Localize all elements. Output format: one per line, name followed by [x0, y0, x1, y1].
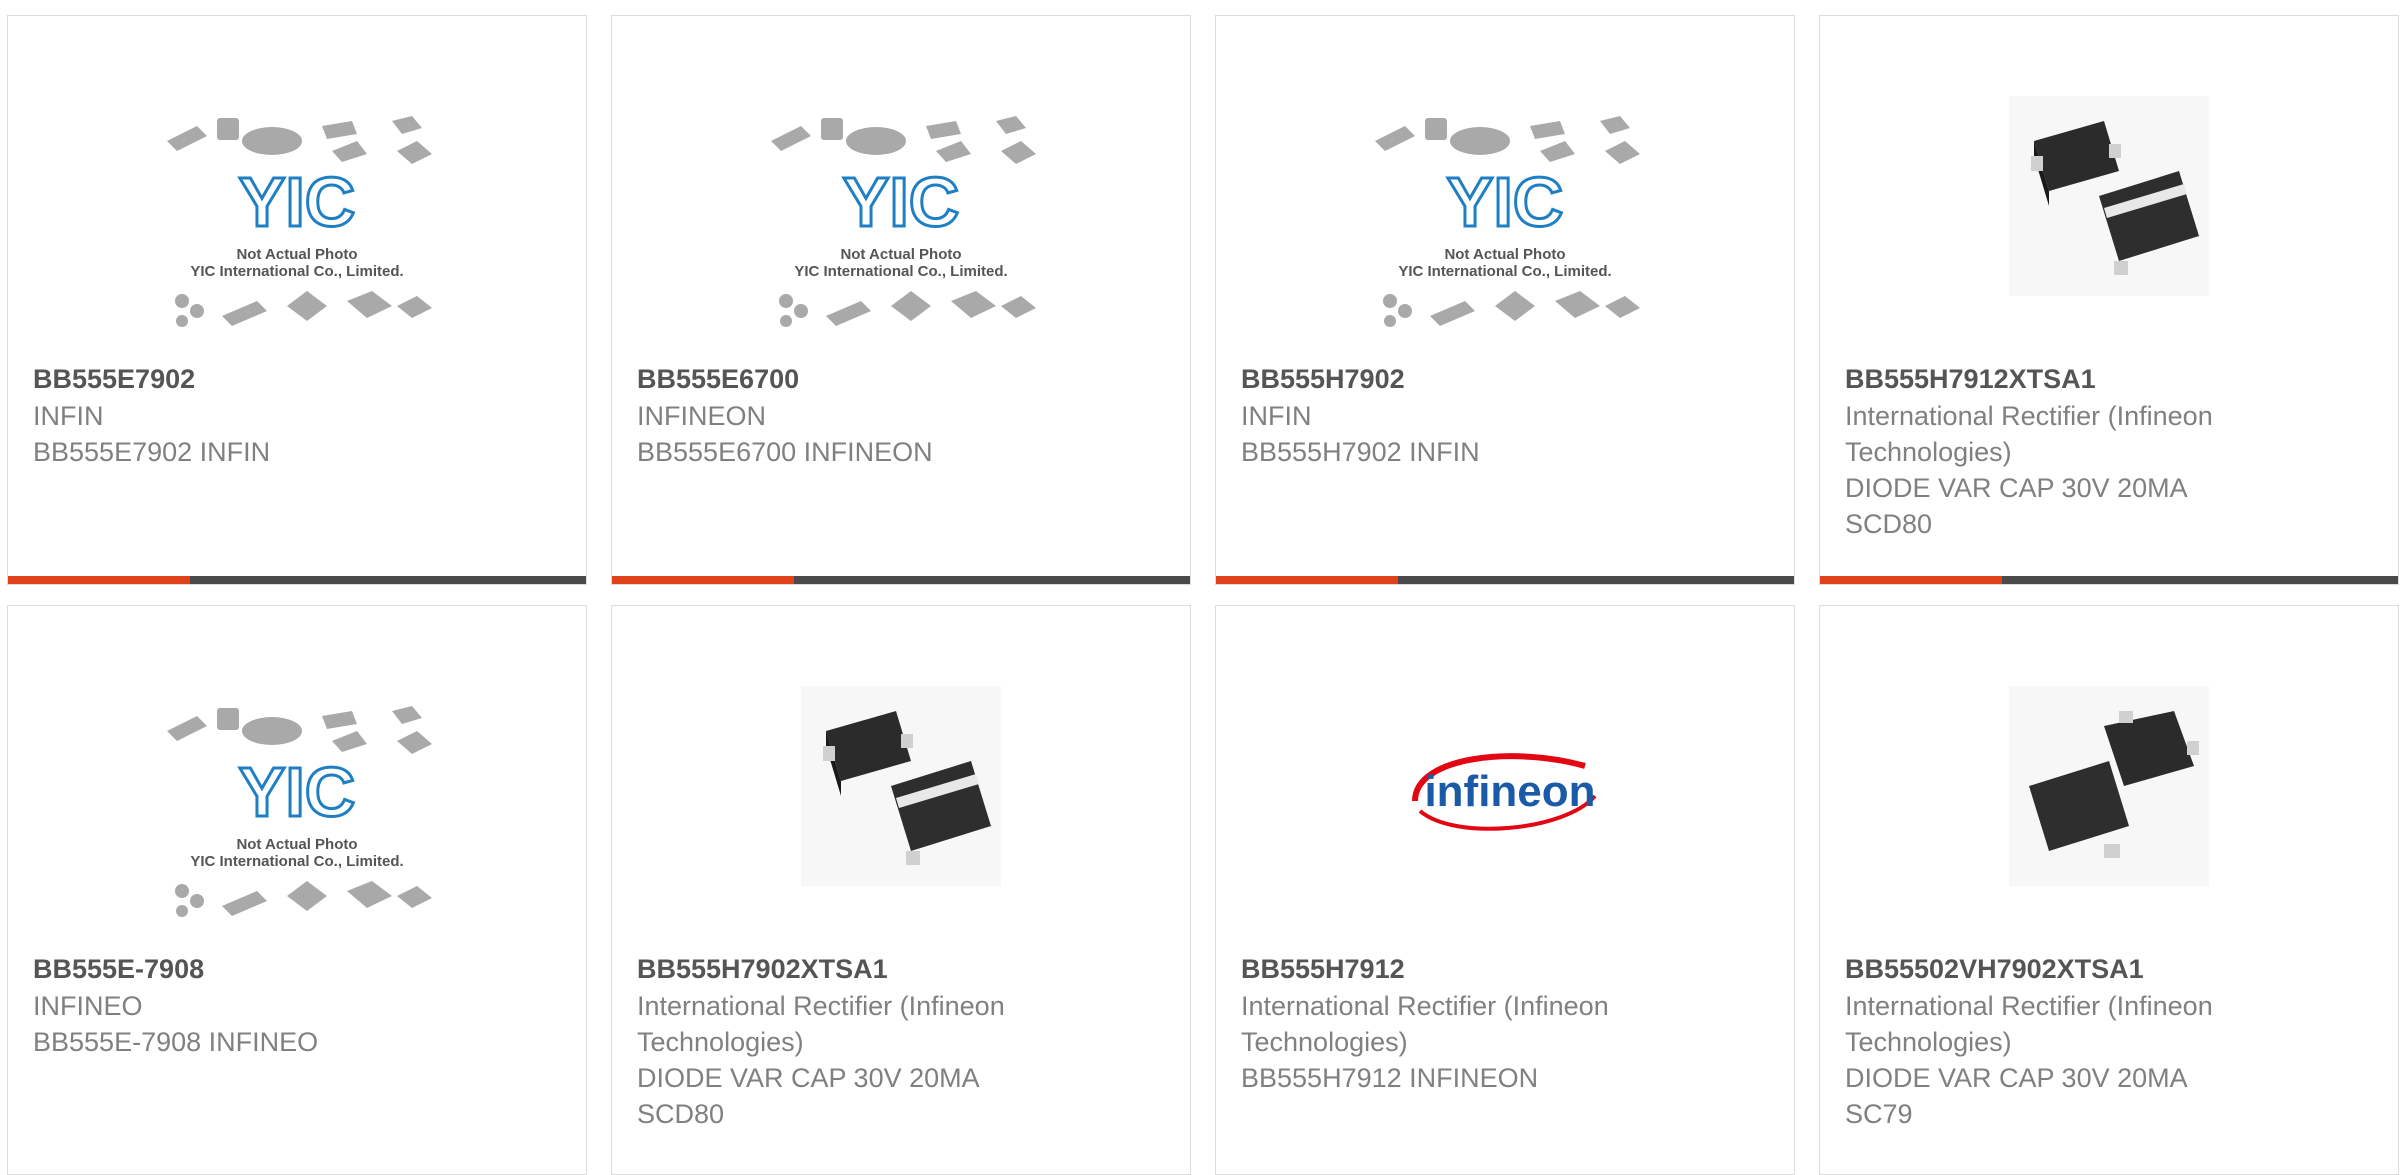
- product-line: International Rectifier (Infineon: [1845, 991, 2213, 1021]
- part-number[interactable]: BB555H7902XTSA1: [637, 951, 1170, 988]
- svg-text:Not Actual Photo: Not Actual Photo: [236, 246, 357, 263]
- product-info: BB555E-7908 INFINEO BB555E-7908 INFINEO: [33, 951, 566, 1060]
- diode-photo: [1820, 676, 2398, 896]
- product-line: SC79: [1845, 1099, 1913, 1129]
- product-line: INFIN: [33, 401, 104, 431]
- product-card[interactable]: YIC Not Actual Photo YIC International C…: [7, 15, 587, 585]
- diode-photo: [612, 676, 1190, 896]
- product-line: International Rectifier (Infineon: [1845, 401, 2213, 431]
- svg-text:YIC: YIC: [239, 163, 356, 241]
- part-number[interactable]: BB555E-7908: [33, 951, 566, 988]
- svg-text:YIC International Co., Limited: YIC International Co., Limited.: [1398, 263, 1611, 280]
- product-line: BB555E7902 INFIN: [33, 437, 271, 467]
- svg-text:YIC: YIC: [239, 753, 356, 831]
- product-line: DIODE VAR CAP 30V 20MA: [1845, 473, 2188, 503]
- product-line: BB555E-7908 INFINEO: [33, 1027, 319, 1057]
- infineon-logo-image: infineon: [1216, 676, 1794, 896]
- product-card[interactable]: BB55502VH7902XTSA1 International Rectifi…: [1819, 605, 2399, 1175]
- part-number[interactable]: BB555H7902: [1241, 361, 1774, 398]
- product-line: BB555H7902 INFIN: [1241, 437, 1480, 467]
- card-bottom-bar: [612, 576, 1190, 584]
- card-bottom-bar: [8, 576, 586, 584]
- product-line: SCD80: [637, 1099, 725, 1129]
- yic-placeholder-image: YIC Not Actual Photo YIC International C…: [1216, 76, 1794, 366]
- product-line: BB555E6700 INFINEON: [637, 437, 933, 467]
- product-line: International Rectifier (Infineon: [1241, 991, 1609, 1021]
- product-line: DIODE VAR CAP 30V 20MA: [1845, 1063, 2188, 1093]
- product-info: BB555E6700 INFINEON BB555E6700 INFINEON: [637, 361, 1170, 470]
- product-info: BB555H7902XTSA1 International Rectifier …: [637, 951, 1170, 1132]
- product-info: BB55502VH7902XTSA1 International Rectifi…: [1845, 951, 2378, 1132]
- svg-text:Not Actual Photo: Not Actual Photo: [840, 246, 961, 263]
- product-grid: YIC Not Actual Photo YIC International C…: [0, 0, 2400, 1175]
- svg-text:infineon: infineon: [1424, 767, 1595, 816]
- part-number[interactable]: BB555H7912XTSA1: [1845, 361, 2378, 398]
- part-number[interactable]: BB555H7912: [1241, 951, 1774, 988]
- product-line: DIODE VAR CAP 30V 20MA: [637, 1063, 980, 1093]
- product-line: Technologies): [1241, 1027, 1408, 1057]
- yic-placeholder-image: YIC Not Actual Photo YIC International C…: [8, 76, 586, 366]
- yic-placeholder-image: YIC Not Actual Photo YIC International C…: [612, 76, 1190, 366]
- product-line: BB555H7912 INFINEON: [1241, 1063, 1539, 1093]
- product-info: BB555H7902 INFIN BB555H7902 INFIN: [1241, 361, 1774, 470]
- part-number[interactable]: BB55502VH7902XTSA1: [1845, 951, 2378, 988]
- svg-text:YIC: YIC: [1447, 163, 1564, 241]
- svg-text:Not Actual Photo: Not Actual Photo: [1444, 246, 1565, 263]
- product-info: BB555H7912XTSA1 International Rectifier …: [1845, 361, 2378, 542]
- product-card[interactable]: infineon BB555H7912 International Rectif…: [1215, 605, 1795, 1175]
- part-number[interactable]: BB555E6700: [637, 361, 1170, 398]
- product-line: INFINEON: [637, 401, 767, 431]
- product-line: Technologies): [637, 1027, 804, 1057]
- product-card[interactable]: BB555H7902XTSA1 International Rectifier …: [611, 605, 1191, 1175]
- product-card[interactable]: YIC Not Actual Photo YIC International C…: [1215, 15, 1795, 585]
- part-number[interactable]: BB555E7902: [33, 361, 566, 398]
- product-info: BB555H7912 International Rectifier (Infi…: [1241, 951, 1774, 1096]
- product-line: SCD80: [1845, 509, 1933, 539]
- product-line: Technologies): [1845, 1027, 2012, 1057]
- yic-placeholder-image: YIC Not Actual Photo YIC International C…: [8, 666, 586, 956]
- product-card[interactable]: YIC Not Actual Photo YIC International C…: [7, 605, 587, 1175]
- svg-text:YIC: YIC: [843, 163, 960, 241]
- svg-text:Not Actual Photo: Not Actual Photo: [236, 836, 357, 853]
- product-card[interactable]: YIC Not Actual Photo YIC International C…: [611, 15, 1191, 585]
- card-bottom-bar: [1820, 576, 2398, 584]
- svg-text:YIC International Co., Limited: YIC International Co., Limited.: [190, 853, 403, 870]
- product-line: INFIN: [1241, 401, 1312, 431]
- product-line: INFINEO: [33, 991, 143, 1021]
- diode-photo: [1820, 86, 2398, 306]
- card-bottom-bar: [1216, 576, 1794, 584]
- svg-text:YIC International Co., Limited: YIC International Co., Limited.: [190, 263, 403, 280]
- product-line: Technologies): [1845, 437, 2012, 467]
- product-line: International Rectifier (Infineon: [637, 991, 1005, 1021]
- product-card[interactable]: BB555H7912XTSA1 International Rectifier …: [1819, 15, 2399, 585]
- product-info: BB555E7902 INFIN BB555E7902 INFIN: [33, 361, 566, 470]
- svg-text:YIC International Co., Limited: YIC International Co., Limited.: [794, 263, 1007, 280]
